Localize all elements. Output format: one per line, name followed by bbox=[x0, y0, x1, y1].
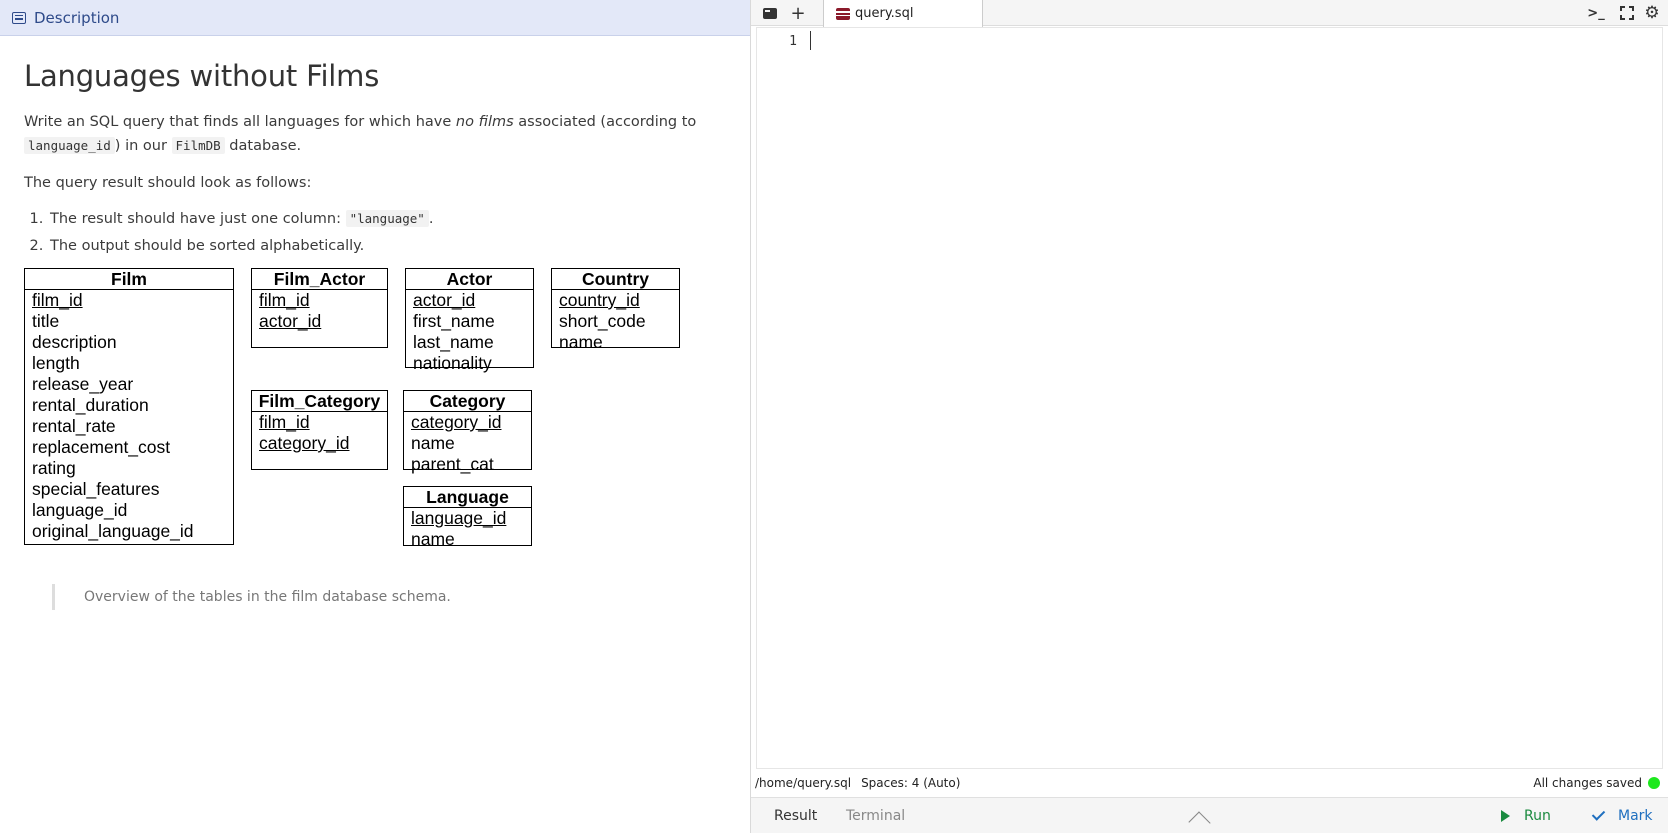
schema-table-film: Film film_id title description length release… bbox=[24, 268, 234, 545]
description-icon bbox=[12, 11, 26, 24]
tab-terminal[interactable]: Terminal bbox=[846, 808, 905, 824]
schema-column: first_name bbox=[413, 311, 495, 331]
fullscreen-icon[interactable] bbox=[1618, 0, 1636, 26]
gear-icon[interactable]: ⚙ bbox=[1642, 0, 1662, 26]
schema-table-film-category: Film_Category film_id category_id bbox=[251, 390, 388, 470]
schema-column: actor_id bbox=[413, 290, 476, 310]
intro-code-language-id: language_id bbox=[24, 137, 115, 154]
schema-column: name bbox=[559, 332, 603, 352]
status-bar: /home/query.sql Spaces: 4 (Auto) All cha… bbox=[751, 771, 1668, 795]
check-icon bbox=[1591, 807, 1606, 821]
schema-table-name: Language bbox=[404, 487, 531, 508]
requirement-text: The result should have just one column: bbox=[50, 211, 346, 227]
schema-column: category_id bbox=[411, 412, 502, 432]
save-status: All changes saved bbox=[1533, 776, 1642, 790]
schema-column: name bbox=[411, 433, 455, 453]
run-label: Run bbox=[1524, 808, 1551, 824]
intro-paragraph: Write an SQL query that finds all langua… bbox=[24, 111, 726, 158]
add-tab-icon[interactable]: + bbox=[788, 0, 808, 26]
tab-query-sql[interactable]: query.sql bbox=[823, 0, 983, 27]
requirement-code: "language" bbox=[345, 210, 429, 227]
schema-column: actor_id bbox=[259, 311, 322, 331]
editor-tab-bar: + query.sql >_ ⚙ bbox=[751, 0, 1668, 27]
description-header-title: Description bbox=[34, 8, 120, 27]
file-path: /home/query.sql bbox=[755, 776, 852, 790]
mark-label: Mark bbox=[1618, 808, 1653, 824]
schema-column: replacement_cost bbox=[32, 437, 171, 457]
schema-column: parent_cat bbox=[411, 454, 494, 474]
play-icon bbox=[1501, 810, 1510, 822]
schema-table-name: Film_Actor bbox=[252, 269, 387, 290]
schema-column: rating bbox=[32, 458, 76, 478]
schema-table-actor: Actor actor_id first_name last_name national… bbox=[405, 268, 534, 373]
requirement-text: The output should be sorted alphabetical… bbox=[50, 238, 365, 254]
schema-column: short_code bbox=[559, 311, 646, 331]
intro-emphasis: no films bbox=[455, 114, 514, 130]
requirement-item: The output should be sorted alphabetical… bbox=[48, 233, 726, 260]
schema-column: language_id bbox=[32, 500, 128, 520]
schema-column: description bbox=[32, 332, 117, 352]
schema-column: film_id bbox=[32, 290, 83, 310]
description-header[interactable]: Description bbox=[0, 0, 750, 36]
tab-label: query.sql bbox=[855, 6, 914, 21]
schema-column: original_language_id bbox=[32, 521, 194, 541]
mark-button[interactable]: Mark bbox=[1591, 807, 1653, 824]
requirement-suffix: . bbox=[428, 211, 434, 227]
schema-table-name: Film bbox=[25, 269, 233, 290]
schema-column: language_id bbox=[411, 508, 507, 528]
intro-text-3: ) in our bbox=[114, 138, 172, 154]
intro-text-4: database. bbox=[224, 138, 302, 154]
schema-table-country: Country country_id short_code name bbox=[551, 268, 680, 352]
indent-setting[interactable]: Spaces: 4 (Auto) bbox=[861, 776, 960, 790]
intro-code-filmdb: FilmDB bbox=[171, 137, 225, 154]
schema-table-category: Category category_id name parent_cat bbox=[403, 390, 532, 474]
schema-column: last_name bbox=[413, 332, 494, 352]
page-title: Languages without Films bbox=[24, 59, 380, 93]
schema-column: film_id bbox=[259, 412, 310, 432]
line-gutter: 1 bbox=[757, 28, 799, 768]
description-panel: Description Languages without Films Writ… bbox=[0, 0, 750, 833]
requirements-list: The result should have just one column: … bbox=[48, 205, 726, 260]
schema-column: name bbox=[411, 529, 455, 549]
schema-column: category_id bbox=[259, 433, 350, 453]
schema-column: nationality bbox=[413, 353, 492, 373]
schema-table-name: Country bbox=[552, 269, 679, 290]
bottom-bar: Result Terminal Run Mark bbox=[751, 797, 1668, 833]
line-number: 1 bbox=[789, 34, 797, 49]
schema-column: rental_duration bbox=[32, 395, 149, 415]
requirement-item: The result should have just one column: … bbox=[48, 205, 726, 233]
code-editor[interactable]: 1 bbox=[756, 27, 1663, 769]
editor-panel: + query.sql >_ ⚙ 1 /home/query.sql Space… bbox=[751, 0, 1668, 833]
terminal-icon[interactable]: >_ bbox=[1586, 0, 1606, 26]
intro-text-1: Write an SQL query that finds all langua… bbox=[24, 114, 456, 130]
save-status-indicator bbox=[1648, 777, 1660, 789]
schema-table-name: Film_Category bbox=[252, 391, 387, 412]
description-content: Languages without Films Write an SQL que… bbox=[0, 59, 750, 610]
schema-column: special_features bbox=[32, 479, 160, 499]
schema-column: rental_rate bbox=[32, 416, 116, 436]
files-icon[interactable] bbox=[762, 0, 778, 26]
schema-column: country_id bbox=[559, 290, 640, 310]
run-button[interactable]: Run bbox=[1501, 808, 1551, 824]
schema-column: title bbox=[32, 311, 60, 331]
schema-column: release_year bbox=[32, 374, 134, 394]
schema-diagram: Film film_id title description length release… bbox=[24, 268, 726, 558]
chevron-up-icon[interactable] bbox=[1184, 812, 1214, 824]
schema-column: film_id bbox=[259, 290, 310, 310]
schema-caption: Overview of the tables in the film datab… bbox=[52, 584, 726, 610]
tab-result[interactable]: Result bbox=[774, 808, 817, 824]
text-cursor bbox=[810, 31, 811, 50]
database-icon bbox=[836, 7, 850, 20]
schema-table-name: Actor bbox=[406, 269, 533, 290]
schema-table-name: Category bbox=[404, 391, 531, 412]
result-intro: The query result should look as follows: bbox=[24, 175, 312, 191]
intro-text-2: associated (according to bbox=[513, 114, 697, 130]
schema-table-language: Language language_id name bbox=[403, 486, 532, 549]
schema-column: length bbox=[32, 353, 80, 373]
schema-table-film-actor: Film_Actor film_id actor_id bbox=[251, 268, 388, 348]
